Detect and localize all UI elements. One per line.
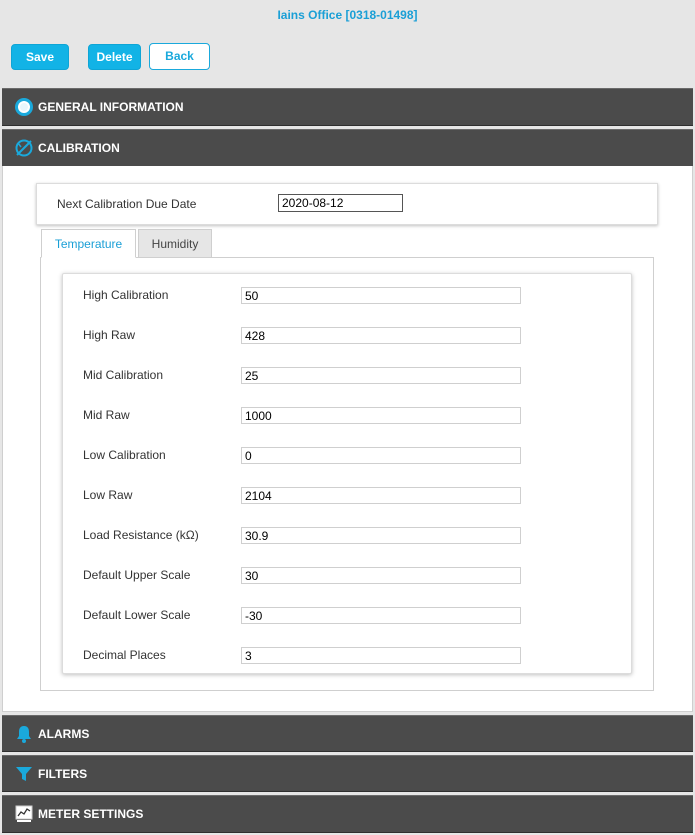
field-row-low-calibration: Low Calibration — [63, 435, 631, 475]
field-label: High Calibration — [83, 288, 169, 302]
field-row-high-calibration: High Calibration — [63, 275, 631, 315]
calibration-fields-card: High Calibration High Raw Mid Calibratio… — [62, 273, 632, 674]
field-label: High Raw — [83, 328, 136, 342]
tab-temperature[interactable]: Temperature — [41, 229, 136, 258]
save-button[interactable]: Save — [11, 44, 69, 70]
field-row-default-upper-scale: Default Upper Scale — [63, 555, 631, 595]
decimal-places-input[interactable] — [241, 647, 521, 664]
field-label: Low Calibration — [83, 448, 166, 462]
field-row-mid-calibration: Mid Calibration — [63, 355, 631, 395]
high-raw-input[interactable] — [241, 327, 521, 344]
section-meter-settings[interactable]: METER SETTINGS — [2, 795, 693, 833]
field-row-decimal-places: Decimal Places — [63, 635, 631, 675]
section-label: FILTERS — [38, 766, 88, 781]
radio-circle-icon — [14, 97, 34, 117]
field-row-low-raw: Low Raw — [63, 475, 631, 515]
field-label: Decimal Places — [83, 648, 166, 662]
field-row-load-resistance: Load Resistance (kΩ) — [63, 515, 631, 555]
back-button[interactable]: Back — [149, 43, 210, 70]
due-date-input[interactable] — [278, 194, 403, 212]
section-filters[interactable]: FILTERS — [2, 755, 693, 792]
low-raw-input[interactable] — [241, 487, 521, 504]
section-label: METER SETTINGS — [38, 807, 144, 821]
low-calibration-input[interactable] — [241, 447, 521, 464]
bell-icon — [14, 724, 34, 744]
page-title: Iains Office [0318-01498] — [277, 8, 418, 22]
delete-button[interactable]: Delete — [88, 44, 141, 70]
section-calibration[interactable]: CALIBRATION — [2, 129, 693, 167]
field-row-high-raw: High Raw — [63, 315, 631, 355]
load-resistance-input[interactable] — [241, 527, 521, 544]
funnel-icon — [14, 764, 34, 784]
compass-icon — [14, 138, 34, 158]
section-label: ALARMS — [38, 726, 90, 741]
field-label: Low Raw — [83, 488, 133, 502]
section-label: CALIBRATION — [38, 141, 120, 155]
due-date-label: Next Calibration Due Date — [57, 197, 197, 211]
mid-calibration-input[interactable] — [241, 367, 521, 384]
field-label: Default Upper Scale — [83, 568, 191, 582]
tab-humidity[interactable]: Humidity — [138, 229, 212, 258]
field-label: Mid Raw — [83, 408, 130, 422]
field-label: Load Resistance (kΩ) — [83, 528, 199, 542]
field-row-default-lower-scale: Default Lower Scale — [63, 595, 631, 635]
section-general-information[interactable]: GENERAL INFORMATION — [2, 88, 693, 126]
default-lower-scale-input[interactable] — [241, 607, 521, 624]
field-row-mid-raw: Mid Raw — [63, 395, 631, 435]
due-date-box: Next Calibration Due Date — [36, 183, 658, 225]
field-label: Mid Calibration — [83, 368, 164, 382]
high-calibration-input[interactable] — [241, 287, 521, 304]
section-alarms[interactable]: ALARMS — [2, 715, 693, 752]
mid-raw-input[interactable] — [241, 407, 521, 424]
field-label: Default Lower Scale — [83, 608, 191, 622]
default-upper-scale-input[interactable] — [241, 567, 521, 584]
meter-chart-icon — [14, 804, 34, 824]
section-label: GENERAL INFORMATION — [38, 100, 184, 114]
